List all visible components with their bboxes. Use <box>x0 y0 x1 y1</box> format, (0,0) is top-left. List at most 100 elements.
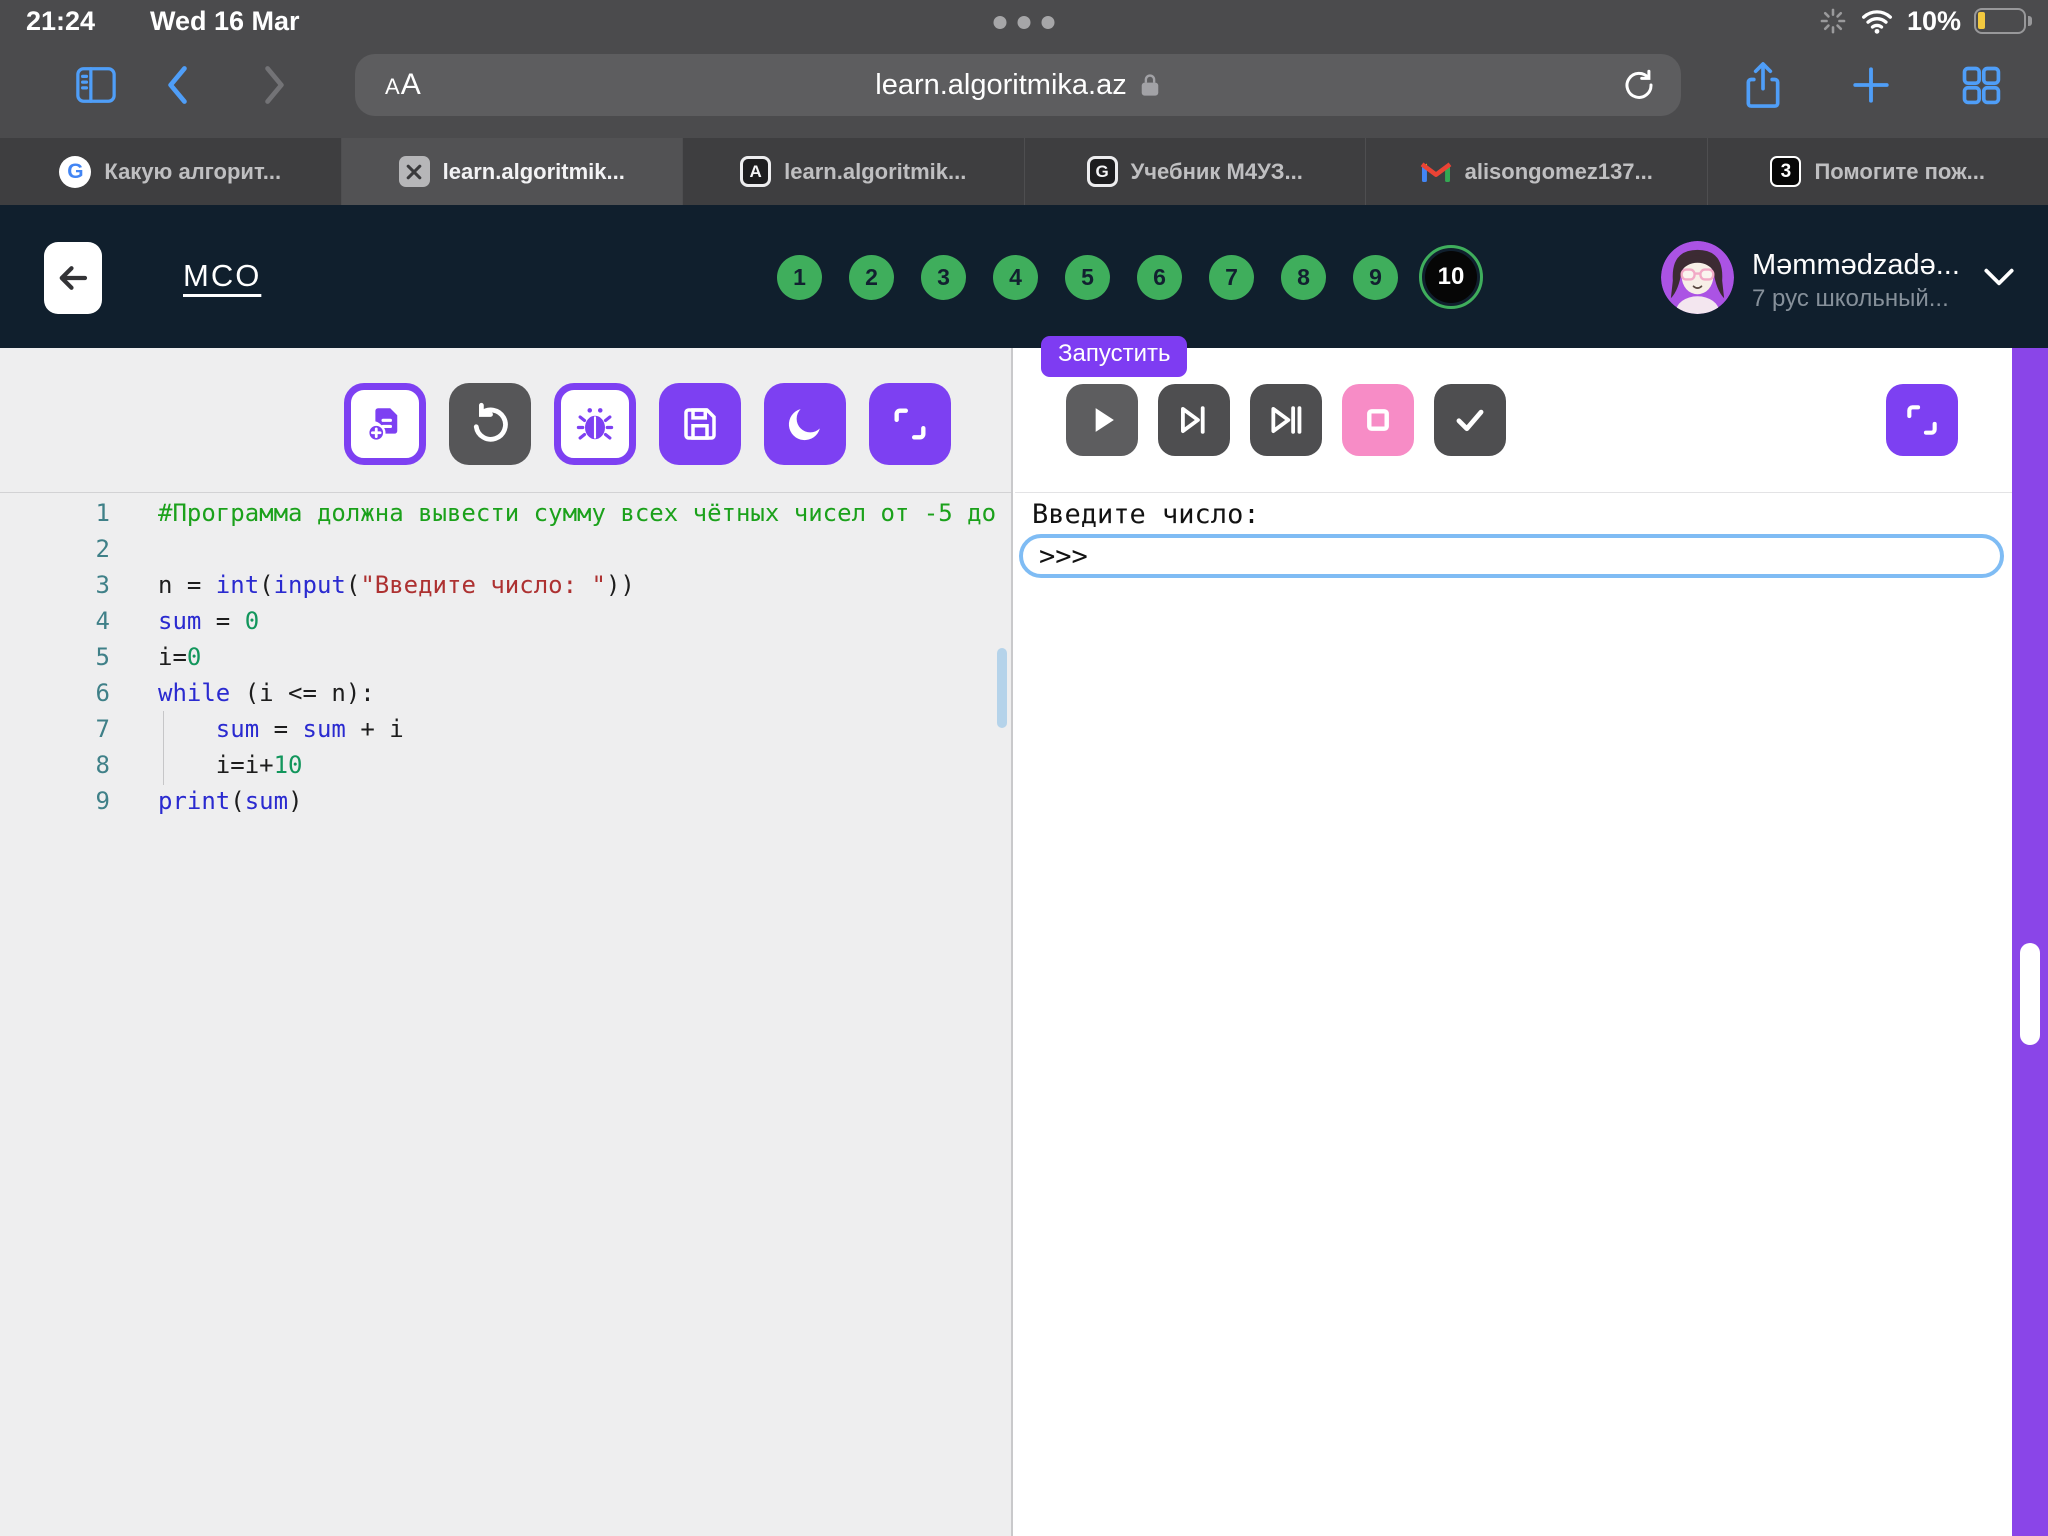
line-number: 2 <box>0 531 110 567</box>
step-circle-7[interactable]: 7 <box>1209 255 1254 300</box>
browser-tab[interactable]: learn.algoritmik... <box>342 138 684 205</box>
step-circle-4[interactable]: 4 <box>993 255 1038 300</box>
line-number: 1 <box>0 495 110 531</box>
editor-panel: 1 #Программа должна вывести сумму всех чё… <box>0 348 1013 1536</box>
lock-icon <box>1139 72 1161 98</box>
line-number: 9 <box>0 783 110 819</box>
editor-scrollbar[interactable] <box>997 648 1007 728</box>
back-nav-button[interactable] <box>44 242 102 314</box>
add-file-button[interactable] <box>344 383 426 465</box>
editor-separator <box>0 492 1011 493</box>
line-number: 7 <box>0 711 110 747</box>
line-number: 6 <box>0 675 110 711</box>
code-line[interactable]: 2 <box>0 531 1011 567</box>
close-tab-icon[interactable] <box>399 156 430 187</box>
code-lines[interactable]: 1 #Программа должна вывести сумму всех чё… <box>0 495 1011 819</box>
step-circle-2[interactable]: 2 <box>849 255 894 300</box>
code-line[interactable]: 7 sum = sum + i <box>0 711 1011 747</box>
step-over-button[interactable] <box>1158 384 1230 456</box>
dark-mode-button[interactable] <box>764 383 846 465</box>
chevron-down-icon[interactable] <box>1980 263 2018 291</box>
step-circle-8[interactable]: 8 <box>1281 255 1326 300</box>
run-to-end-button[interactable] <box>1250 384 1322 456</box>
step-circle-1[interactable]: 1 <box>777 255 822 300</box>
google-icon: G <box>59 156 91 188</box>
letter-a-icon: A <box>740 156 771 187</box>
step-circle-6[interactable]: 6 <box>1137 255 1182 300</box>
browser-tab[interactable]: G Какую алгорит... <box>0 138 342 205</box>
step-circle-5[interactable]: 5 <box>1065 255 1110 300</box>
line-number: 4 <box>0 603 110 639</box>
gmail-icon <box>1420 159 1452 185</box>
step-circles: 123456789 10 <box>777 235 1477 319</box>
code-text: sum = sum + i <box>158 715 404 743</box>
step-circle-10[interactable]: 10 <box>1425 251 1477 303</box>
fullscreen-editor-button[interactable] <box>869 383 951 465</box>
letter-g-icon: G <box>1087 156 1118 187</box>
browser-tab[interactable]: alisongomez137... <box>1366 138 1708 205</box>
code-text: i=0 <box>158 643 201 671</box>
reset-button[interactable] <box>449 383 531 465</box>
tab-title: Учебник М4УЗ... <box>1131 159 1303 185</box>
avatar[interactable] <box>1661 241 1734 314</box>
tab-bar: GКакую алгорит...learn.algoritmik...Alea… <box>0 138 2048 205</box>
new-tab-button[interactable] <box>1850 64 1892 106</box>
step-circle-9[interactable]: 9 <box>1353 255 1398 300</box>
code-text: while (i <= n): <box>158 679 375 707</box>
tab-title: learn.algoritmik... <box>784 159 966 185</box>
code-text: n = int(input("Введите число: ")) <box>158 571 635 599</box>
back-button[interactable] <box>161 63 195 107</box>
code-text: #Программа должна вывести сумму всех чёт… <box>158 499 996 527</box>
wifi-icon <box>1860 7 1894 35</box>
code-line[interactable]: 4 sum = 0 <box>0 603 1011 639</box>
multitask-dots-icon[interactable] <box>994 16 1055 29</box>
user-name[interactable]: Məmmədzadə... <box>1752 249 1960 282</box>
share-button[interactable] <box>1741 59 1785 111</box>
console-input[interactable]: >>> <box>1019 534 2004 578</box>
status-time: 21:24 <box>26 6 95 37</box>
line-number: 3 <box>0 567 110 603</box>
fullscreen-console-button[interactable] <box>1886 384 1958 456</box>
code-text: sum = 0 <box>158 607 259 635</box>
indent-guide <box>163 711 164 785</box>
code-line[interactable]: 5i=0 <box>0 639 1011 675</box>
battery-percent: 10% <box>1907 6 1961 37</box>
browser-tab[interactable]: 3 Помогите пож... <box>1708 138 2048 205</box>
browser-tab[interactable]: G Учебник М4УЗ... <box>1025 138 1367 205</box>
battery-icon <box>1974 8 2026 34</box>
debug-button[interactable] <box>554 383 636 465</box>
tab-title: alisongomez137... <box>1465 159 1653 185</box>
editor-toolbar <box>344 383 951 465</box>
tabs-overview-button[interactable] <box>1959 63 2003 107</box>
tab-title: learn.algoritmik... <box>443 159 625 185</box>
code-text: print(sum) <box>158 787 303 815</box>
code-line[interactable]: 8 i=i+10 <box>0 747 1011 783</box>
code-line[interactable]: 9 print(sum) <box>0 783 1011 819</box>
page-scrollbar-track[interactable] <box>2012 348 2048 1536</box>
logo-link[interactable]: MCO <box>183 258 261 294</box>
page-scrollbar-thumb[interactable] <box>2020 943 2040 1045</box>
tab-title: Какую алгорит... <box>104 159 281 185</box>
code-text: i=i+10 <box>158 751 303 779</box>
status-icons: 10% <box>1819 2 2026 40</box>
browser-tab[interactable]: Alearn.algoritmik... <box>683 138 1025 205</box>
console-panel: Введите число: >>> <box>1015 348 2012 1536</box>
code-line[interactable]: 3 n = int(input("Введите число: ")) <box>0 567 1011 603</box>
sidebar-toggle-button[interactable] <box>73 64 119 106</box>
reload-button[interactable] <box>1621 67 1657 103</box>
step-circle-3[interactable]: 3 <box>921 255 966 300</box>
code-line[interactable]: 6 while (i <= n): <box>0 675 1011 711</box>
save-button[interactable] <box>659 383 741 465</box>
url-text[interactable]: learn.algoritmika.az <box>875 69 1126 102</box>
screen: 21:24 Wed 16 Mar 10% <box>0 0 2048 1536</box>
code-line[interactable]: 1 #Программа должна вывести сумму всех чё… <box>0 495 1011 531</box>
run-button[interactable] <box>1066 384 1138 456</box>
url-bar[interactable]: AA learn.algoritmika.az <box>355 54 1681 116</box>
user-subtitle: 7 рус школьный... <box>1752 285 1949 313</box>
tab-title: Помогите пож... <box>1814 159 1985 185</box>
stop-button[interactable] <box>1342 384 1414 456</box>
forward-button[interactable] <box>257 63 291 107</box>
check-button[interactable] <box>1434 384 1506 456</box>
number-3-icon: 3 <box>1770 156 1801 187</box>
line-number: 8 <box>0 747 110 783</box>
